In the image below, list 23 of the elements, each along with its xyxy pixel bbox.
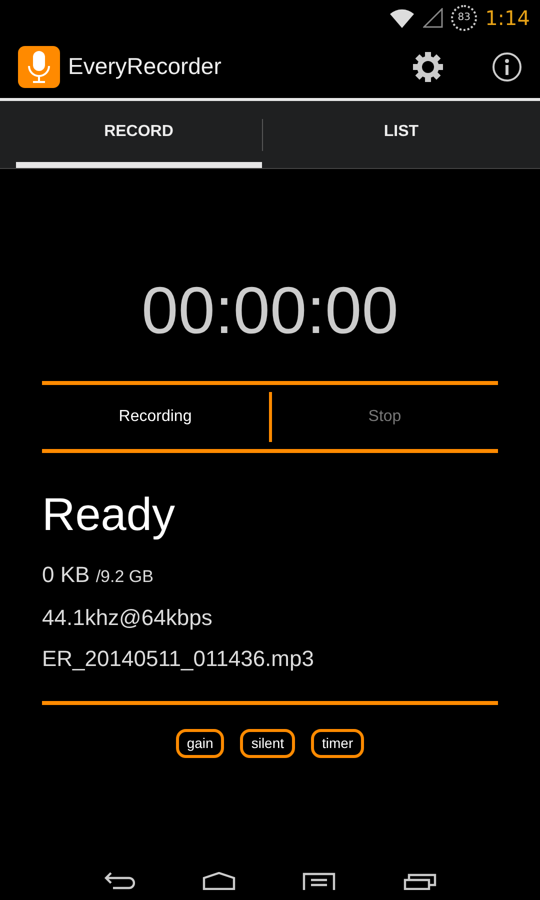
microphone-icon (18, 46, 60, 88)
status-text: Ready (42, 487, 176, 542)
file-size: 0 KB /9.2 GB (42, 561, 154, 590)
wifi-icon (389, 8, 416, 28)
file-name: ER_20140511_011436.mp3 (42, 645, 315, 674)
battery-indicator: 83 (451, 4, 478, 30)
menu-icon[interactable] (302, 872, 336, 890)
home-icon[interactable] (202, 872, 236, 890)
app-title: EveryRecorder (68, 52, 222, 82)
option-toggle[interactable]: silent (240, 729, 296, 758)
back-icon[interactable] (103, 872, 136, 890)
option-toggle[interactable]: gain (176, 729, 224, 758)
control-button[interactable]: Recording (42, 404, 268, 430)
info-icon[interactable] (492, 52, 522, 82)
recent-apps-icon[interactable] (402, 872, 437, 890)
signal-icon (423, 8, 444, 28)
tab[interactable]: RECORD (16, 101, 262, 168)
timer-display: 00:00:00 (140, 277, 400, 343)
option-toggle[interactable]: timer (311, 729, 364, 758)
settings-icon[interactable] (412, 50, 444, 82)
tab[interactable]: LIST (278, 101, 524, 168)
quality-text: 44.1khz@64kbps (42, 604, 214, 632)
clock: 1:14 (485, 4, 530, 32)
